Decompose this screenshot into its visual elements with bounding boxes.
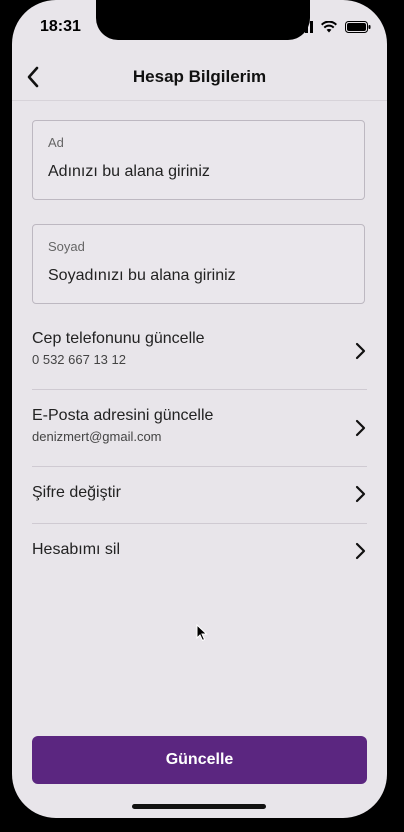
phone-number: 0 532 667 13 12 [32,352,126,367]
divider [32,523,367,524]
divider [32,466,367,467]
update-email-label: E-Posta adresini güncelle [32,407,214,424]
change-password-row[interactable]: Şifre değiştir [32,484,367,508]
chevron-right-icon [353,419,367,437]
change-password-label: Şifre değiştir [32,484,121,501]
first-name-placeholder: Adınızı bu alana giriniz [48,163,210,180]
chevron-right-icon [353,542,367,560]
first-name-field[interactable]: Ad Adınızı bu alana giriniz [32,120,365,200]
delete-account-label: Hesabımı sil [32,541,121,558]
first-name-label: Ad [48,135,64,150]
wifi-icon [321,20,337,38]
chevron-right-icon [353,342,367,360]
app-screen: 18:31 Hesap Bilgilerim Ad Adınızı bu ala… [12,0,387,818]
update-phone-label: Cep telefonunu güncelle [32,330,205,347]
email-address: denizmert@gmail.com [32,429,162,444]
signal-icon [295,20,313,38]
last-name-field[interactable]: Soyad Soyadınızı bu alana giriniz [32,224,365,304]
update-button[interactable]: Güncelle [32,736,367,784]
divider [32,389,367,390]
navigation-bar: Hesap Bilgilerim [12,58,387,101]
last-name-placeholder: Soyadınızı bu alana giriniz [48,267,236,284]
last-name-label: Soyad [48,239,85,254]
update-phone-row[interactable]: Cep telefonunu güncelle 0 532 667 13 12 [32,330,367,380]
home-indicator [132,804,266,809]
mouse-cursor-icon [196,623,208,647]
battery-icon [345,20,371,38]
delete-account-row[interactable]: Hesabımı sil [32,541,367,565]
page-title: Hesap Bilgilerim [132,67,267,86]
status-icons [295,20,371,38]
update-email-row[interactable]: E-Posta adresini güncelle denizmert@gmai… [32,407,367,457]
notch [96,0,310,40]
chevron-right-icon [353,485,367,503]
status-time: 18:31 [40,18,81,35]
